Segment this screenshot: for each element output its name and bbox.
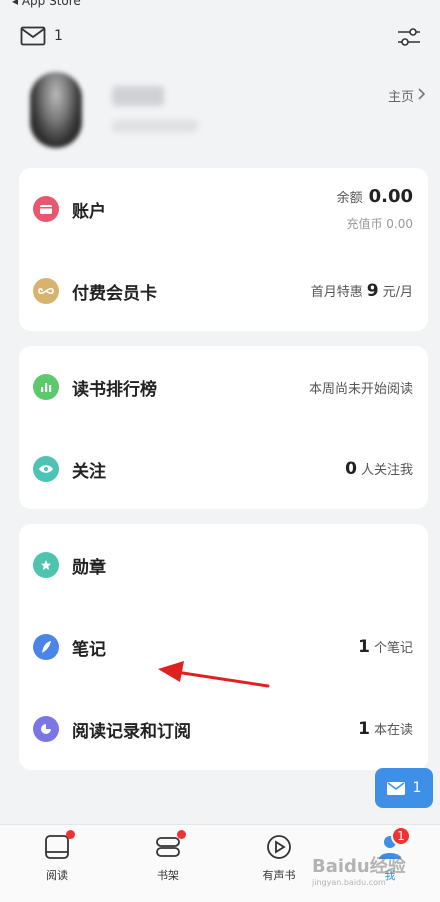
library-card: 勋章 笔记 1 个笔记 阅读记录和订阅 1 本在读 — [19, 524, 428, 770]
balance-value: 0.00 — [368, 186, 413, 207]
account-card: 账户 余额 0.00 充值币 0.00 付费会员卡 首月特惠 9 元/月 — [19, 168, 428, 331]
floating-message-count: 1 — [412, 780, 422, 796]
watermark: Baidu经验 jingyan.baidu.com — [312, 852, 438, 900]
bar-chart-icon — [33, 374, 59, 400]
reading-count: 1 本在读 — [358, 719, 413, 739]
mail-count: 1 — [54, 28, 63, 44]
infinity-icon — [33, 278, 59, 304]
notes-count: 1 个笔记 — [358, 637, 413, 657]
tab-read-dot — [66, 830, 75, 839]
book-icon — [43, 830, 75, 861]
watermark-brand: Baidu经验 — [312, 856, 406, 877]
chevron-right-icon — [418, 87, 426, 104]
notes-count-value: 1 — [358, 637, 370, 657]
home-page-link[interactable]: 主页 — [388, 86, 426, 105]
annotation-arrow — [158, 661, 270, 688]
ranking-row[interactable]: 读书排行榜 本周尚未开始阅读 — [19, 346, 428, 428]
promo-price: 9 — [366, 281, 379, 301]
userid-blurred — [112, 120, 198, 132]
recharge-balance: 充值币 0.00 — [346, 217, 413, 231]
bookshelf-icon — [154, 830, 186, 861]
reading-count-value: 1 — [358, 719, 370, 739]
reading-count-suffix: 本在读 — [373, 723, 413, 738]
top-bar: 1 — [0, 20, 440, 56]
tab-read[interactable]: 阅读 — [22, 830, 92, 893]
ranking-status: 本周尚未开始阅读 — [309, 378, 413, 397]
account-row[interactable]: 账户 余额 0.00 充值币 0.00 — [19, 168, 428, 250]
sliders-icon — [398, 28, 420, 46]
mail-icon — [20, 26, 46, 46]
tab-bookshelf[interactable]: 书架 — [133, 830, 203, 893]
tab-read-label: 阅读 — [46, 869, 68, 882]
account-balance: 余额 0.00 充值币 0.00 — [337, 186, 413, 232]
eye-icon — [33, 456, 59, 482]
promo-suffix: 元/月 — [382, 285, 413, 300]
settings-button[interactable] — [396, 24, 422, 50]
social-card: 读书排行榜 本周尚未开始阅读 关注 0 人关注我 — [19, 346, 428, 509]
follow-count: 0 人关注我 — [345, 459, 413, 479]
tab-audiobook-label: 有声书 — [262, 869, 296, 882]
play-circle-icon — [265, 833, 293, 861]
follower-suffix: 人关注我 — [360, 463, 413, 478]
tab-bookshelf-label: 书架 — [157, 869, 179, 882]
tab-audiobook[interactable]: 有声书 — [244, 833, 314, 893]
vip-promo: 首月特惠 9 元/月 — [311, 281, 413, 301]
history-label: 阅读记录和订阅 — [72, 721, 191, 742]
avatar[interactable] — [30, 72, 82, 148]
vip-card-row[interactable]: 付费会员卡 首月特惠 9 元/月 — [19, 250, 428, 332]
watermark-url: jingyan.baidu.com — [312, 878, 386, 887]
profile-header[interactable]: 主页 — [0, 72, 440, 152]
vip-label: 付费会员卡 — [72, 283, 157, 304]
back-to-app-store-link[interactable]: ◂ App Store — [12, 0, 81, 8]
tab-me-badge: 1 — [391, 826, 411, 846]
follow-row[interactable]: 关注 0 人关注我 — [19, 428, 428, 510]
tab-bookshelf-dot — [177, 830, 186, 839]
notes-count-suffix: 个笔记 — [373, 641, 413, 656]
medal-label: 勋章 — [72, 557, 106, 578]
mail-button[interactable]: 1 — [20, 26, 63, 46]
wallet-icon — [33, 196, 59, 222]
promo-prefix: 首月特惠 — [310, 285, 363, 300]
username-blurred — [112, 86, 164, 106]
medal-icon — [33, 552, 59, 578]
floating-message-button[interactable]: 1 — [375, 768, 433, 808]
follow-label: 关注 — [72, 461, 106, 482]
ranking-status-text: 本周尚未开始阅读 — [308, 381, 413, 397]
feather-icon — [33, 634, 59, 660]
envelope-icon — [386, 781, 405, 795]
medal-row[interactable]: 勋章 — [19, 524, 428, 606]
follower-count: 0 — [345, 459, 357, 479]
ranking-label: 读书排行榜 — [72, 379, 157, 400]
reading-history-row[interactable]: 阅读记录和订阅 1 本在读 — [19, 688, 428, 770]
balance-label: 余额 — [336, 191, 363, 206]
account-label: 账户 — [72, 201, 106, 222]
moon-icon — [33, 716, 59, 742]
home-label: 主页 — [387, 90, 414, 105]
notes-label: 笔记 — [72, 639, 106, 660]
status-bar: ◂ App Store — [0, 0, 440, 14]
